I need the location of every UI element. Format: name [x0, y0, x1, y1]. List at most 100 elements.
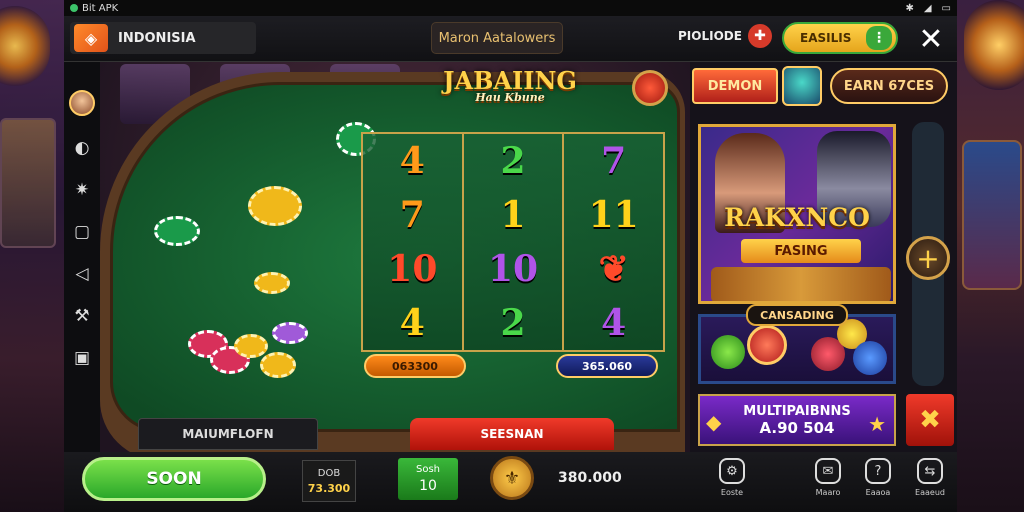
lock-icon[interactable]: ▣	[74, 348, 90, 368]
background-portrait	[0, 118, 56, 248]
tools-icon[interactable]: ⚒	[74, 306, 89, 326]
status-bar: Bit APK ✱ ◢ ▭	[64, 0, 957, 16]
status-app-name: Bit APK	[82, 2, 119, 14]
reel-symbol: 2	[500, 302, 526, 344]
back-icon[interactable]: ◁	[75, 264, 88, 284]
nav-settings[interactable]: ⚙ Eoste	[708, 458, 756, 504]
character-avatar[interactable]	[782, 66, 822, 106]
game-screen: Bit APK ✱ ◢ ▭ ◈ INDONISIA Maron Aatalowe…	[0, 0, 1024, 512]
game-logo: JABAIING Hau Kbune	[438, 66, 582, 122]
bet-label: DOB	[317, 467, 341, 479]
slot-reels[interactable]: 4 7 10 4 2 1 10 2 7 11 ❦ 4	[361, 132, 665, 352]
chip-stack-gold[interactable]	[248, 186, 302, 226]
banner-title: RAKXNCO	[724, 203, 870, 232]
reel-symbol: 2	[500, 140, 526, 182]
chat-icon: ✉	[815, 458, 841, 484]
chip-purple[interactable]	[272, 322, 308, 344]
reel-symbol: 10	[387, 248, 438, 290]
leaf-icon: ❦	[598, 248, 629, 290]
left-nav-rail: ◐ ✷ ▢ ◁ ⚒ ▣	[64, 62, 100, 452]
reel-symbol: 4	[399, 140, 425, 182]
reel-symbol: 10	[487, 248, 539, 290]
nav-share[interactable]: ⇆ Eaaeud	[906, 458, 954, 504]
chip-gold[interactable]	[260, 352, 296, 378]
app-logo-icon: ◈	[74, 24, 108, 52]
multiplier-value: A.90 504	[759, 418, 835, 437]
chip-gold[interactable]	[254, 272, 290, 294]
total-balance: 380.000	[558, 470, 622, 486]
status-app: Bit APK	[70, 3, 118, 14]
bottom-bar: SOON DOB 73.300 Sosh 10 ⚜ 380.000 ⚙ Eost…	[64, 452, 957, 512]
battery-icon: ▭	[941, 2, 951, 14]
background-slot-light	[0, 6, 50, 86]
cancel-icon[interactable]: ✖	[906, 394, 954, 446]
background-left	[0, 0, 64, 512]
gem-blue	[853, 341, 887, 375]
wifi-icon: ✱	[905, 2, 914, 14]
announcement-button[interactable]: Maron Aatalowers	[431, 22, 563, 54]
chip-gold[interactable]	[234, 334, 268, 358]
bonus-wheel-icon[interactable]	[632, 70, 668, 106]
lines-selector[interactable]: Sosh 10	[398, 458, 458, 500]
help-icon: ?	[865, 458, 891, 484]
balance-label: EASILIS	[800, 31, 852, 45]
reel-2: 2 1 10 2	[463, 134, 565, 350]
square-icon[interactable]: ▢	[74, 222, 90, 242]
nav-chat[interactable]: ✉ Maaro	[804, 458, 852, 504]
cascading-label: CANSADING	[746, 304, 848, 326]
moon-icon[interactable]: ◐	[75, 138, 90, 158]
menu-button[interactable]: MAIUMFLOFN	[138, 418, 318, 450]
avatar[interactable]	[69, 90, 95, 116]
nav-label: Eaaoa	[865, 488, 891, 497]
earn-button[interactable]: EARN 67CES	[830, 68, 948, 104]
balance-pill[interactable]: EASILIS ⋮	[782, 22, 898, 54]
background-right	[956, 0, 1024, 512]
signal-icon: ◢	[923, 2, 932, 14]
profile-area[interactable]: PIOLIODE ✚	[678, 24, 772, 48]
diamond-icon: ◆	[706, 410, 722, 434]
reel-symbol: 7	[601, 140, 627, 182]
chip-green[interactable]	[154, 216, 200, 246]
coin-icon[interactable]: ⚜	[490, 456, 534, 500]
demon-button[interactable]: DEMON	[692, 68, 778, 104]
reel-symbol: 1	[500, 194, 526, 236]
lines-label: Sosh	[415, 464, 440, 475]
gem-roulette	[747, 325, 787, 365]
win-value-right: 365.060	[556, 354, 658, 378]
bet-display[interactable]: DOB 73.300	[302, 460, 356, 502]
region-selector[interactable]: ◈ INDONISIA	[70, 22, 256, 54]
reel-symbol: 4	[601, 302, 627, 344]
banner-pets	[711, 267, 891, 301]
nav-label: Eaaeud	[915, 488, 945, 497]
add-icon[interactable]: +	[906, 236, 950, 280]
background-slot-light	[964, 0, 1024, 90]
bet-value: 73.300	[307, 481, 351, 495]
soon-button[interactable]: SOON	[82, 457, 266, 501]
status-icons: ✱ ◢ ▭	[905, 3, 951, 14]
nav-help[interactable]: ? Eaaoa	[854, 458, 902, 504]
star-icon: ★	[868, 412, 886, 436]
region-label: INDONISIA	[118, 30, 196, 46]
reel-symbol: 11	[588, 194, 639, 236]
profile-label: PIOLIODE	[678, 29, 742, 43]
app-dot-icon	[70, 4, 78, 12]
multiplier-label: MULTIPAIBNNS	[743, 403, 851, 419]
reel-symbol: 7	[399, 194, 425, 236]
plus-icon[interactable]: ⋮	[866, 26, 892, 50]
reel-3: 7 11 ❦ 4	[564, 134, 664, 350]
profile-badge-icon[interactable]: ✚	[747, 24, 772, 48]
settings-icon: ⚙	[719, 458, 745, 484]
close-icon[interactable]: ✕	[914, 22, 948, 57]
season-button[interactable]: SEESNAN	[410, 418, 614, 450]
top-bar: ◈ INDONISIA Maron Aatalowers PIOLIODE ✚ …	[64, 16, 957, 62]
settings-icon[interactable]: ✷	[75, 180, 89, 200]
nav-label: Eoste	[720, 488, 744, 497]
win-value-left: 063300	[364, 354, 466, 378]
gem-green	[711, 335, 745, 369]
banner-subtitle: FASING	[741, 239, 861, 263]
multiplier-panel[interactable]: ◆ MULTIPAIBNNS A.90 504 ★	[698, 394, 896, 446]
right-panel: DEMON EARN 67CES RAKXNCO FASING CANSADIN…	[690, 62, 957, 452]
promo-banner[interactable]: RAKXNCO FASING	[698, 124, 896, 304]
game-stage: JABAIING Hau Kbune 4 7 10 4 2 1 10 2 7 1…	[100, 62, 690, 452]
nav-label: Maaro	[815, 488, 841, 497]
